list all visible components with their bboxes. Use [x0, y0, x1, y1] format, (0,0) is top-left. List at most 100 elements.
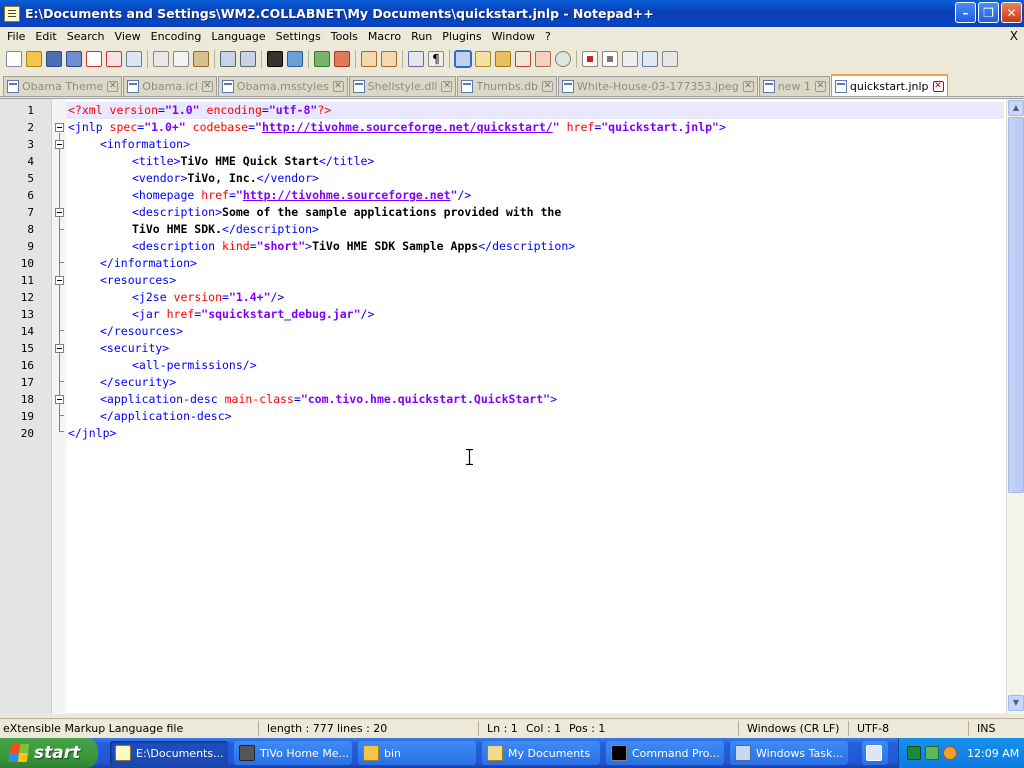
close-all-icon[interactable] [106, 51, 122, 67]
menu-run[interactable]: Run [406, 30, 437, 43]
document-map-icon[interactable] [495, 51, 511, 67]
menu-window[interactable]: Window [487, 30, 540, 43]
taskbar-overflow-button[interactable] [862, 741, 888, 765]
menu-tools[interactable]: Tools [326, 30, 363, 43]
tab-close-icon[interactable]: ✕ [332, 81, 344, 92]
tray-search-icon[interactable] [943, 746, 957, 760]
close-file-icon[interactable] [86, 51, 102, 67]
menu-plugins[interactable]: Plugins [437, 30, 486, 43]
title-bar[interactable]: E:\Documents and Settings\WM2.COLLABNET\… [0, 0, 1024, 27]
save-icon[interactable] [46, 51, 62, 67]
close-document-button[interactable]: X [1010, 29, 1018, 43]
print-icon[interactable] [126, 51, 142, 67]
fold-collapse-icon[interactable] [55, 344, 64, 353]
tab-close-icon[interactable]: ✕ [107, 81, 119, 92]
menu-search[interactable]: Search [62, 30, 110, 43]
find-icon[interactable] [267, 51, 283, 67]
tab-obama-theme[interactable]: Obama Theme ✕ [3, 76, 123, 96]
fold-collapse-icon[interactable] [55, 208, 64, 217]
open-file-icon[interactable] [26, 51, 42, 67]
status-encoding[interactable]: UTF-8 [857, 722, 889, 735]
word-wrap-icon[interactable] [408, 51, 424, 67]
tab-close-icon[interactable]: ✕ [201, 81, 213, 92]
fold-collapse-icon[interactable] [55, 140, 64, 149]
paste-icon[interactable] [193, 51, 209, 67]
redo-icon[interactable] [240, 51, 256, 67]
menu-settings[interactable]: Settings [271, 30, 326, 43]
close-window-button[interactable]: ✕ [1001, 2, 1022, 23]
maximize-button[interactable]: ❐ [978, 2, 999, 23]
fold-collapse-icon[interactable] [55, 276, 64, 285]
copy-icon[interactable] [173, 51, 189, 67]
menu-view[interactable]: View [110, 30, 146, 43]
sync-vertical-icon[interactable] [361, 51, 377, 67]
stop-recording-icon[interactable] [602, 51, 618, 67]
taskbar-item-command-prompt[interactable]: Command Pro... [606, 741, 724, 765]
menu-file[interactable]: File [2, 30, 30, 43]
taskbar-item-bin-folder[interactable]: bin [358, 741, 476, 765]
record-macro-icon[interactable] [582, 51, 598, 67]
scrollbar-thumb[interactable] [1008, 117, 1024, 493]
playback-macro-icon[interactable] [622, 51, 638, 67]
menu-encoding[interactable]: Encoding [146, 30, 207, 43]
tab-shellstyle-dll[interactable]: Shellstyle.dll ✕ [348, 76, 457, 96]
show-all-characters-icon[interactable]: ¶ [428, 51, 444, 67]
code-line: <?xml version="1.0" encoding="utf-8"?> [68, 103, 332, 117]
monitoring-icon[interactable] [555, 51, 571, 67]
minimize-button[interactable]: – [955, 2, 976, 23]
tab-thumbs-db[interactable]: Thumbs.db ✕ [457, 76, 558, 96]
run-macro-multiple-icon[interactable] [642, 51, 658, 67]
tab-obama-msstyles[interactable]: Obama.msstyles ✕ [217, 76, 348, 96]
new-file-icon[interactable] [6, 51, 22, 67]
codebase-link[interactable]: http://tivohme.sourceforge.net/quickstar… [262, 120, 553, 134]
tab-close-icon[interactable]: ✕ [932, 80, 944, 92]
zoom-out-icon[interactable] [334, 51, 350, 67]
command-prompt-icon [611, 745, 627, 761]
tab-obama-icl[interactable]: Obama.icl ✕ [123, 76, 217, 96]
menu-edit[interactable]: Edit [30, 30, 61, 43]
tray-network-icon[interactable] [925, 746, 939, 760]
save-all-icon[interactable] [66, 51, 82, 67]
scroll-up-icon[interactable]: ▲ [1008, 100, 1024, 116]
tab-close-icon[interactable]: ✕ [742, 81, 754, 92]
fold-collapse-icon[interactable] [55, 123, 64, 132]
zoom-in-icon[interactable] [314, 51, 330, 67]
taskbar-item-task-manager[interactable]: Windows Task... [730, 741, 848, 765]
menu-language[interactable]: Language [206, 30, 270, 43]
code-line: TiVo HME SDK.</description> [132, 222, 319, 236]
function-list-icon[interactable] [515, 51, 531, 67]
tab-quickstart-jnlp[interactable]: quickstart.jnlp ✕ [830, 74, 948, 96]
tab-new-1[interactable]: new 1 ✕ [758, 76, 830, 96]
system-clock[interactable]: 12:09 AM [967, 747, 1019, 760]
tab-close-icon[interactable]: ✕ [542, 81, 554, 92]
tab-white-house-jpeg[interactable]: White-House-03-177353.jpeg ✕ [558, 76, 758, 96]
menu-help[interactable]: ? [540, 30, 556, 43]
user-defined-language-icon[interactable] [475, 51, 491, 67]
sync-horizontal-icon[interactable] [381, 51, 397, 67]
line-number-margin[interactable]: 1 2 3 4 5 6 7 8 9 10 11 12 13 14 15 16 1… [0, 99, 52, 714]
line-number: 3 [27, 138, 34, 151]
save-macro-icon[interactable] [662, 51, 678, 67]
fold-collapse-icon[interactable] [55, 395, 64, 404]
status-insert-mode[interactable]: INS [977, 722, 995, 735]
editor-area[interactable]: 1 2 3 4 5 6 7 8 9 10 11 12 13 14 15 16 1… [0, 98, 1024, 714]
folder-as-workspace-icon[interactable] [535, 51, 551, 67]
taskbar-item-my-documents[interactable]: My Documents [482, 741, 600, 765]
start-button[interactable]: start [0, 738, 98, 768]
tab-close-icon[interactable]: ✕ [441, 81, 453, 92]
taskbar-item-notepad[interactable]: E:\Documents... [110, 741, 228, 765]
code-text-area[interactable]: <?xml version="1.0" encoding="utf-8"?> <… [66, 99, 1004, 714]
scroll-down-icon[interactable]: ▼ [1008, 695, 1024, 711]
undo-icon[interactable] [220, 51, 236, 67]
tray-cpu-icon[interactable] [907, 746, 921, 760]
menu-macro[interactable]: Macro [363, 30, 406, 43]
indent-guide-icon[interactable] [454, 50, 472, 68]
cut-icon[interactable] [153, 51, 169, 67]
vertical-scrollbar[interactable]: ▲ ▼ [1006, 99, 1024, 714]
homepage-link[interactable]: http://tivohme.sourceforge.net [243, 188, 451, 202]
status-eol-format[interactable]: Windows (CR LF) [747, 722, 839, 735]
replace-icon[interactable] [287, 51, 303, 67]
notepad-app-icon[interactable] [4, 5, 20, 22]
tab-close-icon[interactable]: ✕ [814, 81, 826, 92]
taskbar-item-tivo-home-media[interactable]: TiVo Home Me... [234, 741, 352, 765]
